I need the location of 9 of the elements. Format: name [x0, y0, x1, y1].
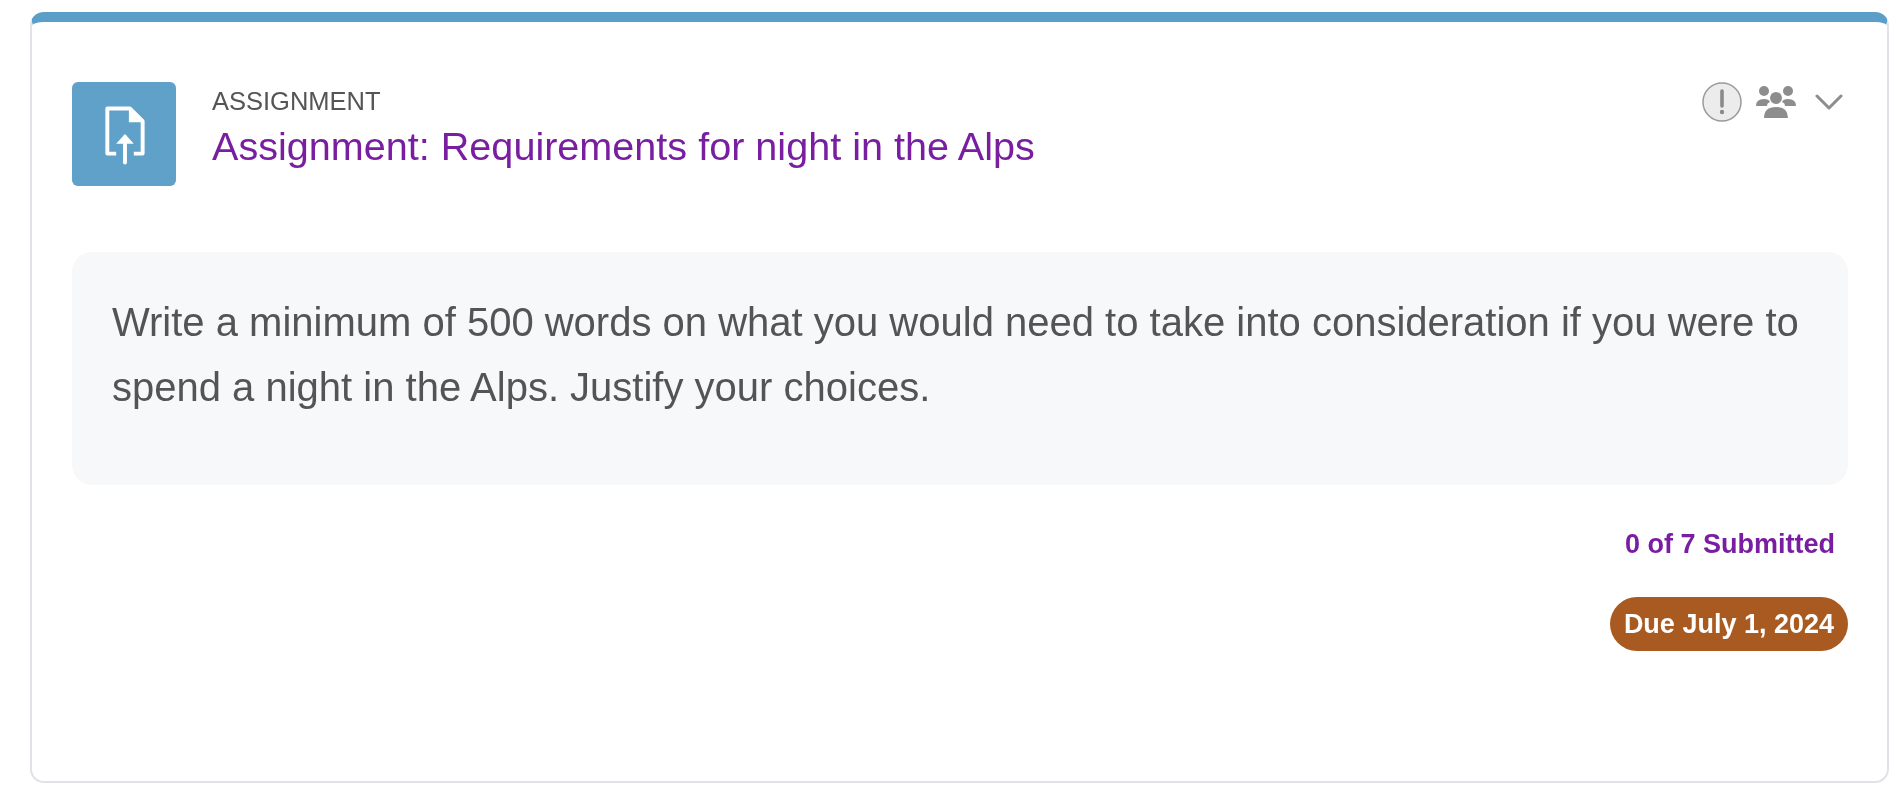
group-icon[interactable]	[1756, 86, 1796, 118]
due-date-badge: Due July 1, 2024	[1609, 597, 1848, 651]
submissions-link[interactable]: 0 of 7 Submitted	[1625, 527, 1835, 561]
alert-icon[interactable]	[1702, 82, 1742, 122]
item-type-label: ASSIGNMENT	[212, 86, 382, 116]
chevron-down-icon[interactable]	[1815, 94, 1843, 110]
assignment-title-link[interactable]: Assignment: Requirements for night in the Alps	[212, 122, 1035, 170]
assignment-description: Write a minimum of 500 words on what you would need to take into consideration if you were to spend a night in the Alps. Justify your choices.	[112, 299, 1800, 411]
file-upload-icon	[72, 82, 176, 186]
